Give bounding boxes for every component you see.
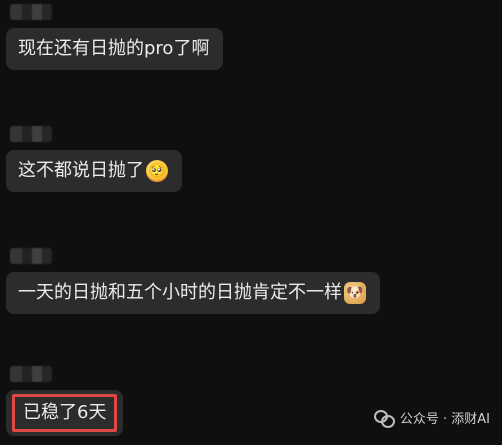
sender-name-blurred xyxy=(10,366,52,382)
message-3: 一天的日抛和五个小时的日抛肯定不一样 🐶 xyxy=(6,248,380,314)
highlight-box: 已稳了6天 xyxy=(12,394,118,432)
wechat-icon xyxy=(373,409,395,428)
chat-thread: 现在还有日抛的pro了啊 这不都说日抛了 🥺 一天的日抛和五个小时的日抛肯定不一… xyxy=(0,0,502,445)
message-2: 这不都说日抛了 🥺 xyxy=(6,126,182,192)
watermark: 公众号 · 添财AI xyxy=(373,408,490,428)
message-bubble[interactable]: 这不都说日抛了 🥺 xyxy=(6,150,182,192)
message-text: 这不都说日抛了 xyxy=(18,160,144,181)
message-text: 一天的日抛和五个小时的日抛肯定不一样 xyxy=(18,282,342,303)
message-4: 已稳了6天 xyxy=(6,366,124,436)
message-1: 现在还有日抛的pro了啊 xyxy=(6,4,224,70)
worried-face-icon: 🥺 xyxy=(146,160,168,182)
sender-name-blurred xyxy=(10,126,52,142)
message-text: 已稳了6天 xyxy=(23,402,107,423)
message-bubble[interactable]: 已稳了6天 xyxy=(6,390,124,436)
sender-name-blurred xyxy=(10,248,52,264)
sender-name-blurred xyxy=(10,4,52,20)
message-bubble[interactable]: 一天的日抛和五个小时的日抛肯定不一样 🐶 xyxy=(6,272,380,314)
doge-icon: 🐶 xyxy=(344,282,366,304)
message-text: 现在还有日抛的pro了啊 xyxy=(18,38,210,59)
message-bubble[interactable]: 现在还有日抛的pro了啊 xyxy=(6,28,224,70)
watermark-label: 公众号 · 添财AI xyxy=(399,412,490,427)
